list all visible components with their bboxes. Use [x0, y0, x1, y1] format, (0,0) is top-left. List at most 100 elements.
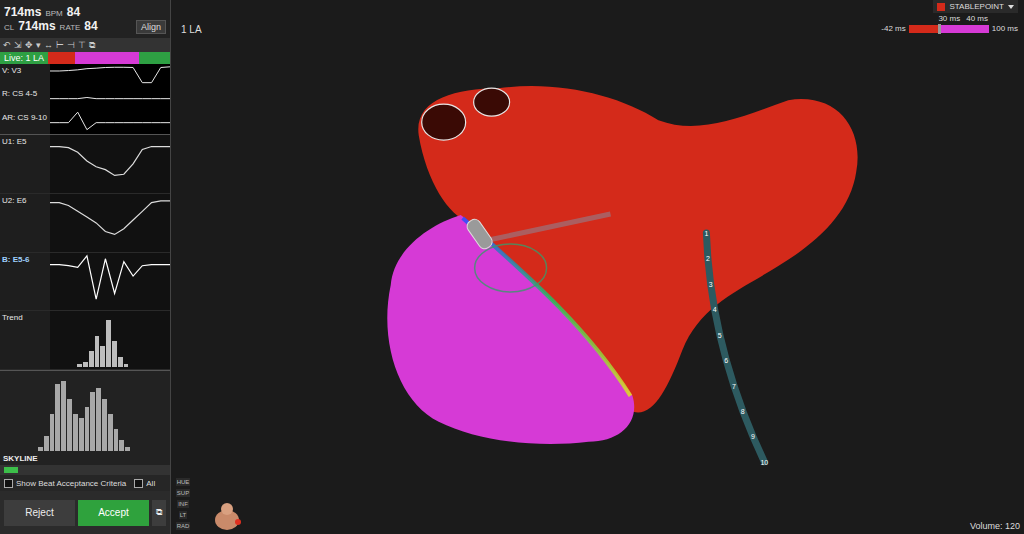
skyline-bar — [85, 407, 90, 451]
cs-electrode-label: 3 — [709, 281, 713, 288]
option-checkbox[interactable]: All — [134, 479, 155, 488]
cs-electrode-label: 8 — [741, 408, 745, 415]
electrode-signal[interactable]: Trend — [0, 311, 170, 370]
live-label: Live: 1 LA — [4, 52, 44, 64]
bpm-label-top: BPM — [45, 9, 62, 18]
legend-min: -42 ms — [881, 24, 905, 33]
view-tool-button[interactable]: SUP — [176, 489, 190, 497]
cs-electrode-label: 4 — [713, 306, 717, 313]
cs-electrode-label: 6 — [724, 357, 728, 364]
scroller-thumb[interactable] — [4, 467, 18, 473]
trend-bar — [100, 346, 105, 367]
skyline-bar — [38, 447, 43, 451]
signal-trace — [50, 135, 170, 193]
live-segment — [75, 52, 140, 64]
cs-electrode-label: 1 — [704, 230, 708, 237]
skyline-bar — [108, 414, 113, 451]
skyline-bar — [55, 384, 60, 451]
reference-signal: AR: CS 9-10 — [0, 111, 170, 134]
signal-label: U2: E6 — [0, 194, 50, 252]
live-bar: Live: 1 LA — [0, 52, 170, 64]
action-button[interactable]: Accept — [78, 500, 149, 526]
header-row: CL714msRATE84Align — [4, 19, 166, 34]
color-legend: STABLEPOINT30 ms40 ms -42 ms 100 ms — [881, 0, 1018, 33]
signal-panel: 714msBPM84CL714msRATE84Align↶⇲✥▾↔⊢⊣⊤⧉Liv… — [0, 0, 171, 534]
option-checkbox[interactable]: Show Beat Acceptance Criteria — [4, 479, 126, 488]
live-segment — [48, 52, 75, 64]
ablation-catheter-icon[interactable] — [465, 214, 611, 292]
cycle-length: 714ms — [18, 19, 55, 33]
skyline-bar — [102, 399, 107, 451]
vein-ostium — [474, 88, 510, 116]
view-tool-button[interactable]: INF — [177, 500, 189, 508]
button-row: RejectAccept⧉ — [0, 491, 170, 534]
toolbar-button[interactable]: ⇲ — [14, 39, 22, 51]
cs-catheter — [706, 233, 764, 462]
legend-segment — [909, 25, 938, 33]
trend-bar — [106, 320, 111, 367]
toolbar-button[interactable]: ⊣ — [67, 39, 75, 51]
signal-label: U1: E5 — [0, 135, 50, 193]
beat-scroller[interactable] — [0, 465, 170, 475]
vein-ostium — [422, 104, 466, 140]
checkbox-box[interactable] — [134, 479, 143, 488]
cycle-length-top: 714ms — [4, 5, 41, 19]
trend-bar — [89, 351, 94, 367]
legend-scale: -42 ms 100 ms — [881, 24, 1018, 33]
option-label: Show Beat Acceptance Criteria — [16, 479, 126, 488]
view-tool-button[interactable]: HUE — [176, 478, 191, 486]
trend-bar — [118, 357, 123, 367]
signal-label: Trend — [0, 311, 50, 369]
toolbar-button[interactable]: ▾ — [36, 39, 41, 51]
view-tool-button[interactable]: LT — [179, 511, 188, 519]
skyline-bar — [90, 392, 95, 451]
electrode-signal[interactable]: B: E5-6 — [0, 253, 170, 312]
bpm-top: 84 — [67, 5, 80, 19]
electrode-signal[interactable]: U1: E5 — [0, 135, 170, 194]
map-canvas[interactable]: 123456789101 LASTABLEPOINT30 ms40 ms-42 … — [171, 0, 1024, 534]
view-tool-button[interactable]: RAD — [176, 522, 191, 530]
legend-tick: 40 ms — [966, 14, 988, 23]
rate-label: RATE — [60, 23, 81, 32]
action-button[interactable]: ⧉ — [152, 500, 166, 526]
trend-bar — [95, 336, 100, 367]
header-top-row: 714ms BPM 84 — [4, 5, 166, 19]
toolbar-button[interactable]: ⊤ — [78, 39, 86, 51]
reference-panel: V: V3R: CS 4-5AR: CS 9-10 — [0, 64, 170, 134]
toolbar-button[interactable]: ✥ — [25, 39, 33, 51]
action-button[interactable]: Reject — [4, 500, 75, 526]
trend-bar — [83, 362, 88, 367]
live-segment — [139, 52, 170, 64]
view-tools: HUE SUP INF LT RAD — [173, 478, 193, 530]
legend-ticks: 30 ms40 ms — [938, 14, 1018, 23]
legend-marker[interactable] — [938, 24, 941, 34]
map-volume: Volume: 120 — [970, 521, 1020, 531]
legend-segment — [938, 25, 989, 33]
electrode-signal[interactable]: U2: E6 — [0, 194, 170, 253]
skyline-bar — [96, 388, 101, 451]
cs-electrode-label: 2 — [706, 255, 710, 262]
toolbar-button[interactable]: ↶ — [3, 39, 11, 51]
signal-label: R: CS 4-5 — [0, 87, 50, 110]
toolbar-button[interactable]: ↔ — [44, 39, 53, 51]
skyline-chart — [38, 377, 130, 451]
map-name: 1 LA — [181, 24, 202, 35]
map-setting-dropdown[interactable]: STABLEPOINT — [933, 0, 1018, 13]
skyline-bar — [73, 414, 78, 451]
signal-trace — [50, 194, 170, 252]
legend-max: 100 ms — [992, 24, 1018, 33]
atrium-map[interactable]: 12345678910 — [171, 0, 1024, 534]
toolbar-button[interactable]: ⊢ — [56, 39, 64, 51]
trend-bar — [77, 364, 82, 367]
trend-bar — [124, 364, 129, 367]
skyline-panel: SKYLINE — [0, 370, 170, 465]
mapping-app: 714msBPM84CL714msRATE84Align↶⇲✥▾↔⊢⊣⊤⧉Liv… — [0, 0, 1024, 534]
signal-label: B: E5-6 — [0, 253, 50, 311]
legend-bar[interactable] — [909, 25, 989, 33]
signal-trace — [50, 87, 170, 110]
toolbar-button[interactable]: ⧉ — [89, 39, 95, 51]
reference-signal: R: CS 4-5 — [0, 87, 170, 110]
checkbox-box[interactable] — [4, 479, 13, 488]
signal-trace — [50, 64, 170, 87]
align-button[interactable]: Align — [136, 20, 166, 34]
